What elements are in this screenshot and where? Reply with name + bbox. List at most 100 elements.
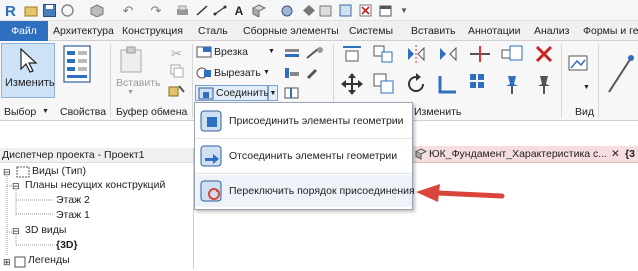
tab-architecture[interactable]: Архитектура (53, 21, 114, 41)
qat-dropdown-icon[interactable]: ▼ (398, 3, 410, 18)
menu-separator (195, 138, 412, 139)
cope-icon[interactable] (196, 46, 212, 58)
paste-button[interactable]: Вставить ▼ (113, 44, 161, 102)
unjoin-icon (200, 145, 222, 167)
trim-icon[interactable] (436, 72, 460, 96)
measure-icon[interactable] (195, 3, 209, 18)
dimension-icon[interactable] (213, 3, 227, 18)
close-hidden-icon[interactable] (358, 3, 372, 18)
modify-button[interactable]: Изменить (1, 43, 55, 98)
join-icon (200, 110, 222, 132)
ribbon-separator (598, 44, 599, 118)
gear-icon[interactable] (302, 3, 316, 18)
cut-geometry-label[interactable]: Вырезать (214, 67, 261, 79)
quick-access-toolbar: R ↶ ↷ A ▼ (0, 0, 638, 21)
project-browser-header: Диспетчер проекта - Проект1 (0, 148, 193, 163)
offset-icon[interactable] (372, 44, 396, 64)
panel-modify-label: Изменить (414, 106, 462, 118)
switch-window-icon[interactable] (318, 3, 332, 18)
view-tab-close-icon[interactable]: ✕ (611, 148, 620, 160)
select-panel-dropdown-icon[interactable]: ▼ (42, 108, 49, 115)
text-icon[interactable]: A (232, 3, 246, 18)
tab-steel[interactable]: Сталь (198, 21, 228, 41)
view-tab-title: ЮК_Фундамент_Характеристика с... (429, 148, 608, 160)
view-dropdown-icon[interactable]: ▼ (583, 84, 590, 91)
array-icon[interactable] (468, 72, 492, 96)
ribbon-separator (192, 44, 193, 118)
tree-expander-icon[interactable]: ⊞ (3, 257, 11, 268)
svg-text:R: R (5, 3, 16, 18)
match-properties-icon[interactable] (168, 84, 186, 98)
properties-icon (63, 45, 91, 83)
view-3d-icon[interactable] (252, 3, 266, 18)
wall-join-icon[interactable] (283, 66, 301, 80)
menu-item-unjoin[interactable]: Отсоединить элементы геометрии (195, 140, 412, 172)
paste-dropdown-icon: ▼ (127, 89, 134, 96)
open-icon[interactable] (24, 3, 38, 18)
split-icon[interactable] (468, 44, 492, 64)
sync-icon[interactable] (60, 3, 74, 18)
tab-analyze[interactable]: Анализ (534, 21, 569, 41)
view-3d-tab-icon (414, 148, 428, 160)
menu-item-switch-join-order[interactable]: Переключить порядок присоединения (195, 175, 415, 207)
thin-lines-icon[interactable] (338, 3, 352, 18)
split-face-icon[interactable] (283, 86, 301, 100)
tab-precast[interactable]: Сборные элементы (243, 21, 339, 41)
menu-item-join[interactable]: Присоединить элементы геометрии (195, 105, 412, 137)
cube-icon[interactable] (88, 3, 106, 18)
print-icon[interactable] (175, 3, 189, 18)
cut-dropdown-icon[interactable]: ▼ (263, 69, 270, 76)
properties-button[interactable] (61, 45, 95, 85)
mirror-axis-icon[interactable] (404, 44, 428, 64)
tab-annotate[interactable]: Аннотации (468, 21, 521, 41)
paste-label: Вставить (116, 77, 161, 89)
view-icon[interactable] (566, 52, 590, 76)
move-icon[interactable] (340, 72, 364, 96)
join-dropdown-toggle[interactable]: ▼ (268, 85, 278, 101)
cope-dropdown-icon[interactable]: ▼ (268, 48, 275, 55)
menu-item-switch-join-order-label: Переключить порядок присоединения (229, 185, 415, 197)
view-tab[interactable]: ЮК_Фундамент_Характеристика с... ✕ {3 (413, 146, 638, 163)
tab-insert[interactable]: Вставить (411, 21, 456, 41)
beam-icon[interactable] (283, 46, 301, 60)
tree-lines (6, 176, 54, 256)
join-geometry-icon (198, 87, 214, 100)
unpin-icon[interactable] (500, 72, 524, 96)
copy-element-icon[interactable] (372, 72, 396, 96)
measure-tool-icon[interactable] (605, 48, 635, 98)
tab-structure[interactable]: Конструкция (122, 21, 183, 41)
revit-logo-icon[interactable]: R (4, 3, 18, 18)
ribbon-separator (110, 44, 111, 118)
join-geometry-button[interactable]: Соединить (195, 85, 269, 101)
window-tile-icon[interactable] (378, 3, 392, 18)
tree-level-1[interactable]: Этаж 1 (56, 209, 90, 221)
menu-separator (195, 173, 412, 174)
tree-level-2[interactable]: Этаж 2 (56, 194, 90, 206)
undo-icon[interactable]: ↶ (117, 3, 139, 18)
mirror-draw-icon[interactable] (436, 44, 460, 64)
section-icon[interactable] (280, 3, 294, 18)
align-icon[interactable] (340, 44, 364, 64)
tab-massing[interactable]: Формы и ге (583, 21, 638, 41)
ribbon-separator (561, 44, 562, 118)
rotate-icon[interactable] (404, 72, 428, 96)
menu-item-join-label: Присоединить элементы геометрии (229, 115, 404, 127)
legends-icon (14, 256, 26, 268)
project-browser-title: Диспетчер проекта - Проект1 (2, 149, 145, 161)
tab-systems[interactable]: Системы (349, 21, 393, 41)
modify-button-label: Изменить (5, 77, 55, 89)
demolish-icon[interactable] (304, 46, 328, 60)
cut-to-clipboard-icon[interactable]: ✂ (171, 46, 182, 62)
cut-geometry-icon[interactable] (196, 67, 212, 79)
paint-icon[interactable] (304, 66, 328, 80)
panel-select-label[interactable]: Выбор (4, 104, 36, 120)
tab-file[interactable]: Файл (0, 21, 48, 41)
view-tab-extra: {3 (625, 148, 635, 160)
copy-icon[interactable] (170, 64, 184, 78)
cope-label[interactable]: Врезка (214, 46, 248, 58)
pin-icon[interactable] (532, 72, 556, 96)
delete-icon[interactable] (532, 44, 556, 64)
scale-icon[interactable] (500, 44, 524, 64)
save-icon[interactable] (42, 3, 56, 18)
redo-icon[interactable]: ↷ (145, 3, 167, 18)
